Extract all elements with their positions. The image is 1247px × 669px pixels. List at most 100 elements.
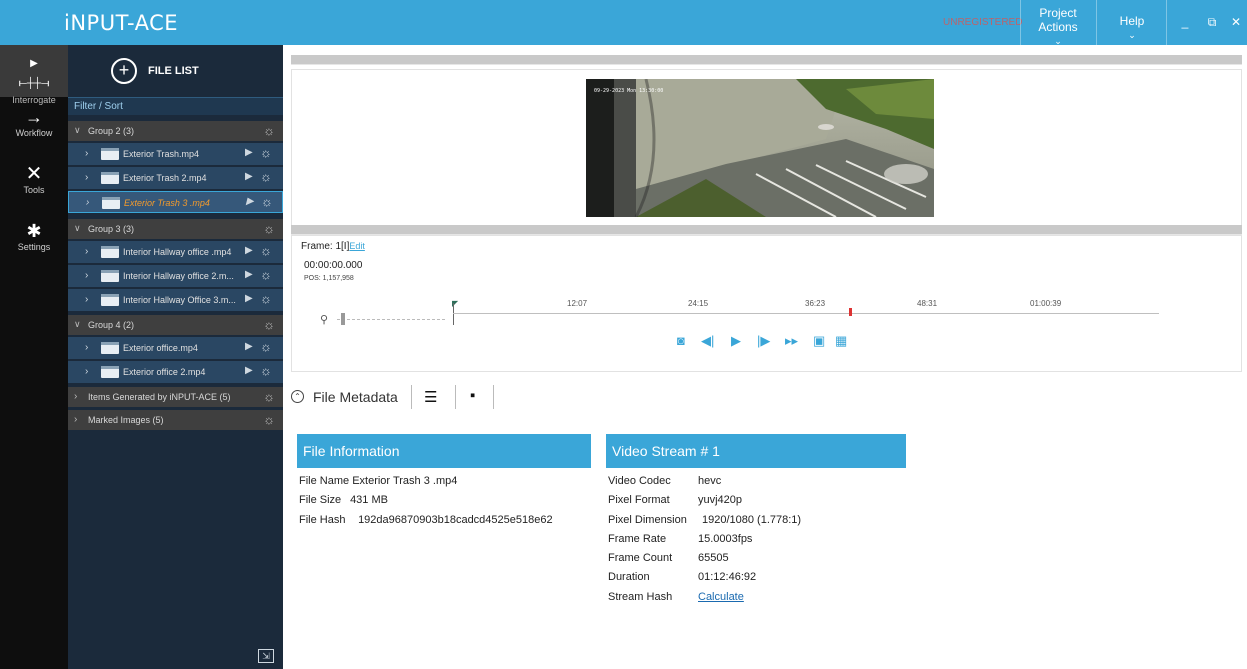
zoom-slider[interactable] xyxy=(337,319,445,321)
chevron-right-icon[interactable]: › xyxy=(85,246,88,257)
play-icon[interactable]: ▶ xyxy=(245,269,253,280)
rail-item-settings[interactable]: ✱ Settings xyxy=(0,221,68,252)
group-label: Group 4 (2) xyxy=(88,320,135,330)
file-item[interactable]: › Exterior office.mp4 ▶ ☼ xyxy=(68,337,283,359)
chevron-right-icon[interactable]: › xyxy=(85,342,88,353)
chevron-right-icon[interactable]: › xyxy=(85,270,88,281)
chevron-right-icon[interactable]: › xyxy=(85,148,88,159)
group-header[interactable]: › Marked Images (5) ☼ xyxy=(68,410,283,430)
kv-value: 65505 xyxy=(698,552,729,564)
gear-icon[interactable]: ☼ xyxy=(260,291,272,306)
file-item[interactable]: › Exterior Trash.mp4 ▶ ☼ xyxy=(68,143,283,165)
gear-icon[interactable]: ☼ xyxy=(261,194,273,209)
grid-view-icon[interactable]: ▦ xyxy=(835,333,847,349)
maximize-button[interactable]: ⧉ xyxy=(1205,15,1219,30)
file-name: Exterior office.mp4 xyxy=(123,343,198,353)
project-actions-menu[interactable]: Project Actions ⌄ xyxy=(1030,6,1086,48)
kv-key: Stream Hash xyxy=(608,591,673,603)
fast-forward-icon[interactable]: ▸▸ xyxy=(785,333,798,349)
chevron-right-icon[interactable]: › xyxy=(85,294,88,305)
gear-icon[interactable]: ☼ xyxy=(260,169,272,184)
kv-key: Pixel Dimension xyxy=(608,514,687,526)
group-header[interactable]: › Items Generated by iNPUT-ACE (5) ☼ xyxy=(68,387,283,407)
minimize-button[interactable]: _ xyxy=(1178,15,1192,29)
gear-icon[interactable]: ☼ xyxy=(260,363,272,378)
file-name: Exterior Trash.mp4 xyxy=(123,149,200,159)
chevron-right-icon[interactable]: › xyxy=(85,366,88,377)
chevron-right-icon[interactable]: › xyxy=(85,172,88,183)
timeline-tick-label: 36:23 xyxy=(805,299,826,308)
timeline-start-marker[interactable] xyxy=(453,303,454,325)
zoom-slider-handle[interactable] xyxy=(341,313,345,325)
play-icon[interactable]: ▶ xyxy=(245,365,253,376)
export-frame-icon[interactable]: ▣ xyxy=(813,333,825,349)
add-file-button[interactable]: + xyxy=(111,58,137,84)
play-icon[interactable]: ▶ xyxy=(245,171,253,182)
step-back-icon[interactable]: ◀| xyxy=(701,333,714,349)
gear-icon[interactable]: ☼ xyxy=(260,267,272,282)
group-header[interactable]: ∨ Group 4 (2) ☼ xyxy=(68,315,283,335)
edit-frame-link[interactable]: Edit xyxy=(349,241,365,251)
group-header[interactable]: ∨ Group 3 (3) ☼ xyxy=(68,219,283,239)
timeline-marker[interactable] xyxy=(849,308,852,316)
group-header[interactable]: ∨ Group 2 (3) ☼ xyxy=(68,121,283,141)
step-forward-icon[interactable]: |▶ xyxy=(757,333,770,349)
gear-icon[interactable]: ☼ xyxy=(263,317,275,332)
file-name: Interior Hallway Office 3.m... xyxy=(123,295,236,305)
play-icon[interactable]: ▶ xyxy=(245,341,253,352)
video-file-icon xyxy=(101,342,119,354)
zoom-icon: ⚲ xyxy=(320,314,329,326)
snapshot-camera-icon[interactable]: ◙ xyxy=(677,333,685,348)
file-item-selected[interactable]: › Exterior Trash 3 .mp4 ▶ ☼ xyxy=(68,191,283,213)
play-icon[interactable]: ▶ xyxy=(245,245,253,256)
help-menu[interactable]: Help ⌄ xyxy=(1110,14,1154,42)
rail-label: Tools xyxy=(23,185,45,195)
stream-row: Frame Count 65505 xyxy=(608,552,729,564)
video-frame[interactable]: 09-29-2023 Mon 13:30:00 xyxy=(586,79,934,217)
collapse-icon[interactable]: ⌃ xyxy=(291,390,304,403)
group-label: Items Generated by iNPUT-ACE (5) xyxy=(88,392,231,402)
file-item[interactable]: › Interior Hallway Office 3.m... ▶ ☼ xyxy=(68,289,283,311)
gear-icon[interactable]: ☼ xyxy=(263,221,275,236)
gear-icon[interactable]: ☼ xyxy=(260,339,272,354)
panel-handle[interactable] xyxy=(291,55,1242,65)
file-item[interactable]: › Interior Hallway office .mp4 ▶ ☼ xyxy=(68,241,283,263)
gear-icon[interactable]: ☼ xyxy=(263,123,275,138)
gear-icon[interactable]: ☼ xyxy=(263,389,275,404)
video-file-icon xyxy=(102,197,120,209)
list-icon[interactable]: ☰ xyxy=(424,388,437,406)
file-name: Exterior Trash 3 .mp4 xyxy=(124,198,210,208)
rail-item-tools[interactable]: ✕ Tools xyxy=(0,164,68,195)
save-icon[interactable]: ▪ xyxy=(470,387,475,404)
export-icon[interactable]: ⇲ xyxy=(258,649,274,663)
gear-icon[interactable]: ☼ xyxy=(260,243,272,258)
file-item[interactable]: › Exterior office 2.mp4 ▶ ☼ xyxy=(68,361,283,383)
file-item[interactable]: › Exterior Trash 2.mp4 ▶ ☼ xyxy=(68,167,283,189)
timecode: 00:00:00.000 xyxy=(304,260,363,271)
file-item[interactable]: › Interior Hallway office 2.m... ▶ ☼ xyxy=(68,265,283,287)
close-button[interactable]: ✕ xyxy=(1229,15,1243,29)
gear-icon[interactable]: ☼ xyxy=(263,412,275,427)
play-icon[interactable]: ▶ xyxy=(245,147,253,158)
video-file-icon xyxy=(101,246,119,258)
position-readout: POS: 1,157,958 xyxy=(304,275,354,282)
timeline-track[interactable] xyxy=(453,313,1159,314)
panel-handle[interactable] xyxy=(291,225,1242,235)
divider xyxy=(1096,0,1097,45)
chevron-right-icon[interactable]: › xyxy=(86,197,89,208)
divider xyxy=(1166,0,1167,45)
gear-icon[interactable]: ☼ xyxy=(260,145,272,160)
play-icon[interactable]: ▶ xyxy=(731,333,741,349)
filter-sort-button[interactable]: Filter / Sort xyxy=(68,97,283,115)
video-file-icon xyxy=(101,148,119,160)
arrow-right-icon: → xyxy=(25,107,43,127)
rail-item-workflow[interactable]: → Workflow xyxy=(0,107,68,138)
rail-label: Workflow xyxy=(15,128,53,138)
rail-item-interrogate[interactable]: ▶ ⟝┼┼⟞ Interrogate xyxy=(0,45,68,105)
group-label: Group 2 (3) xyxy=(88,126,135,136)
calculate-hash-link[interactable]: Calculate xyxy=(698,591,744,603)
video-file-icon xyxy=(101,270,119,282)
play-icon[interactable]: ▶ xyxy=(246,196,254,207)
file-list-title: FILE LIST xyxy=(148,65,199,77)
play-icon[interactable]: ▶ xyxy=(245,293,253,304)
